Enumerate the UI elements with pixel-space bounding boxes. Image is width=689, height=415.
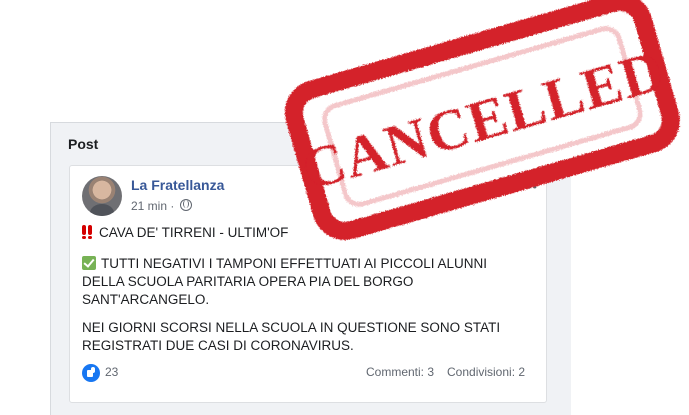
paragraph-2: NEI GIORNI SCORSI NELLA SCUOLA IN QUESTI… bbox=[82, 320, 501, 353]
panel-title: Post bbox=[68, 136, 99, 152]
like-icon[interactable] bbox=[82, 364, 100, 382]
globe-icon bbox=[179, 199, 192, 211]
reaction-count[interactable]: 23 bbox=[105, 365, 118, 379]
author-avatar[interactable] bbox=[82, 176, 122, 216]
double-exclamation-icon bbox=[82, 225, 94, 239]
share-count[interactable]: Condivisioni: 2 bbox=[447, 365, 525, 379]
headline-text: CAVA DE' TIRRENI - ULTIM'OF bbox=[99, 225, 289, 240]
post-meta: 21 min · bbox=[131, 199, 192, 213]
author-name[interactable]: La Fratellanza bbox=[131, 177, 224, 193]
paragraph-1-text: TUTTI NEGATIVI I TAMPONI EFFETTUATI AI P… bbox=[82, 256, 488, 307]
check-mark-icon bbox=[82, 256, 96, 270]
post-time[interactable]: 21 min · bbox=[131, 199, 174, 213]
paragraph-1: TUTTI NEGATIVI I TAMPONI EFFETTUATI AI P… bbox=[82, 255, 532, 309]
cancelled-stamp: CANCELLED bbox=[278, 0, 689, 250]
comment-count[interactable]: Commenti: 3 bbox=[366, 365, 434, 379]
